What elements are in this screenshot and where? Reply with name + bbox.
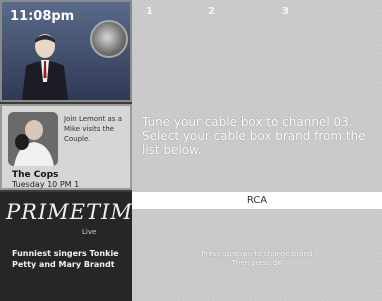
promo-text: Join Lemont as a Mike visits the Couple. — [64, 115, 122, 143]
presenter-image — [22, 34, 68, 100]
tab-step-1[interactable]: 1 — [146, 6, 153, 17]
show-title: The Cops — [12, 170, 59, 180]
setup-panel: 1 2 3 Tune your cable box to channel 03.… — [132, 0, 382, 301]
instruction-text: Tune your cable box to channel 03. Selec… — [142, 115, 366, 157]
promo-panel[interactable]: Join Lemont as a Mike visits the Couple.… — [0, 104, 132, 190]
channel-logo-icon — [90, 20, 128, 58]
tab-step-2[interactable]: 2 — [208, 6, 215, 17]
clock: 11:08pm — [10, 9, 75, 24]
sidebar: 11:08pm Join Lemont as a Mike visits the… — [0, 0, 150, 301]
show-time: Tuesday 10 PM 1 — [12, 180, 80, 189]
live-tv-preview: 11:08pm — [0, 0, 132, 102]
brand-logo: PRIMETIME — [6, 200, 150, 224]
step-tabs: 1 2 3 — [132, 6, 382, 20]
brand-tagline: Funniest singers Tonkie Petty and Mary B… — [12, 249, 119, 269]
promo-banner[interactable]: PRIMETIME Live Funniest singers Tonkie P… — [0, 192, 150, 301]
cable-brand-select[interactable]: RCA — [132, 192, 382, 209]
promo-photo — [8, 112, 58, 166]
tab-step-3[interactable]: 3 — [282, 6, 289, 17]
hint-line-1: Press up/down to change brand — [201, 250, 313, 258]
navigation-hint: Press up/down to change brand Then press… — [132, 250, 382, 268]
hint-line-2: Then press OK — [231, 259, 283, 267]
brand-sublabel: Live — [82, 228, 97, 236]
